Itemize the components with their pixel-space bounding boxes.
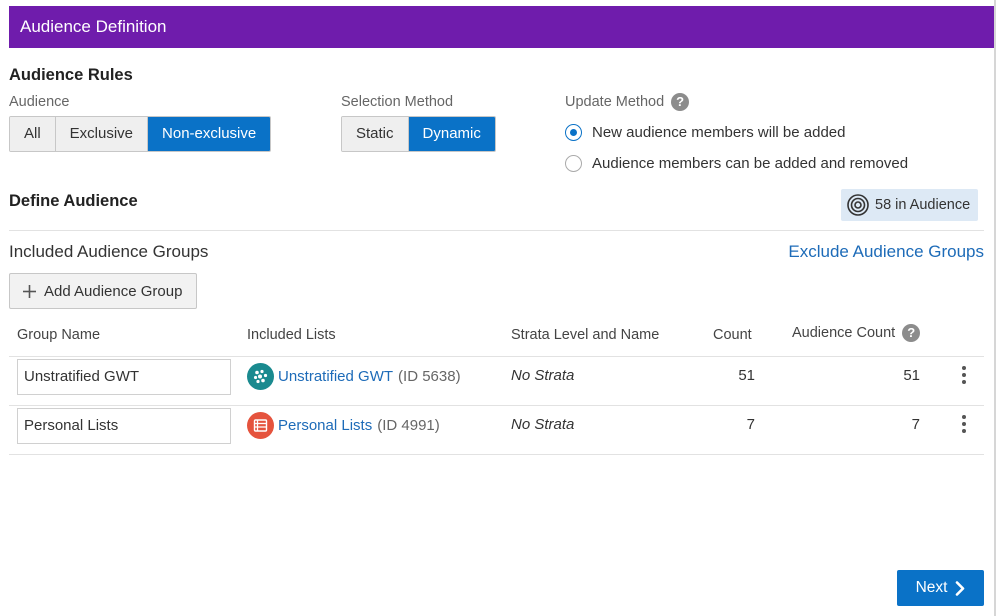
radio-option-add[interactable]: New audience members will be added (565, 124, 845, 141)
audience-segmented-control: All Exclusive Non-exclusive (9, 116, 272, 152)
audience-count-badge: 58 in Audience (841, 189, 979, 221)
list-id: (ID 4991) (377, 417, 440, 434)
next-label: Next (915, 579, 948, 596)
list-icon (247, 412, 274, 439)
audience-rules-title: Audience Rules (9, 66, 133, 84)
column-header-group-name: Group Name (17, 327, 101, 343)
audience-option-all[interactable]: All (10, 117, 56, 151)
column-header-included-lists: Included Lists (247, 327, 336, 343)
audience-option-non-exclusive[interactable]: Non-exclusive (148, 117, 271, 151)
exclude-groups-link[interactable]: Exclude Audience Groups (788, 242, 984, 262)
audience-count-value: 7 (911, 416, 920, 433)
update-method-header: Update Method ? (565, 93, 690, 111)
selection-method-label: Selection Method (341, 94, 454, 110)
define-audience-title: Define Audience (9, 192, 138, 210)
included-groups-title: Included Audience Groups (9, 242, 209, 261)
included-list-cell: Unstratified GWT (ID 5638) (247, 363, 461, 390)
count-value: 51 (738, 367, 755, 384)
column-header-strata: Strata Level and Name (511, 327, 660, 343)
add-audience-group-button[interactable]: Add Audience Group (9, 273, 198, 309)
radio-label-add: New audience members will be added (592, 124, 846, 141)
included-list-cell: Personal Lists (ID 4991) (247, 412, 440, 439)
target-icon (847, 194, 869, 216)
chevron-right-icon (955, 580, 965, 596)
add-audience-group-label: Add Audience Group (44, 282, 183, 300)
kebab-menu-icon[interactable] (961, 415, 967, 433)
help-icon[interactable]: ? (671, 93, 690, 111)
page-title: Audience Definition (20, 17, 167, 36)
audience-count-value: 51 (903, 367, 920, 384)
audience-option-exclusive[interactable]: Exclusive (55, 117, 149, 151)
divider (9, 230, 984, 231)
list-link[interactable]: Unstratified GWT (278, 368, 393, 385)
update-method-label: Update Method (565, 94, 665, 110)
strata-value: No Strata (511, 367, 575, 384)
radio-unchecked-icon[interactable] (565, 155, 582, 172)
audience-label: Audience (9, 94, 70, 110)
divider (9, 356, 984, 357)
column-header-count: Count (713, 327, 752, 343)
radio-checked-icon[interactable] (565, 124, 582, 141)
plus-icon (22, 284, 37, 299)
radio-option-add-remove[interactable]: Audience members can be added and remove… (565, 155, 908, 172)
radio-label-add-remove: Audience members can be added and remove… (592, 155, 909, 172)
audience-count-header-label: Audience Count (792, 325, 896, 341)
audience-count-text: 58 in Audience (875, 197, 971, 213)
count-value: 7 (746, 416, 755, 433)
strata-value: No Strata (511, 416, 575, 433)
column-header-audience-count: Audience Count ? (792, 324, 921, 342)
list-link[interactable]: Personal Lists (278, 417, 372, 434)
selection-method-segmented-control: Static Dynamic (341, 116, 496, 152)
divider (9, 405, 984, 406)
group-name-input[interactable]: Unstratified GWT (17, 359, 231, 395)
dots-icon (247, 363, 274, 390)
divider (9, 454, 984, 455)
next-button[interactable]: Next (897, 570, 984, 606)
page-header: Audience Definition (9, 6, 994, 48)
group-name-input[interactable]: Personal Lists (17, 408, 231, 444)
kebab-menu-icon[interactable] (961, 366, 967, 384)
selection-option-dynamic[interactable]: Dynamic (408, 117, 495, 151)
selection-option-static[interactable]: Static (342, 117, 409, 151)
list-id: (ID 5638) (398, 368, 461, 385)
help-icon[interactable]: ? (902, 324, 921, 342)
